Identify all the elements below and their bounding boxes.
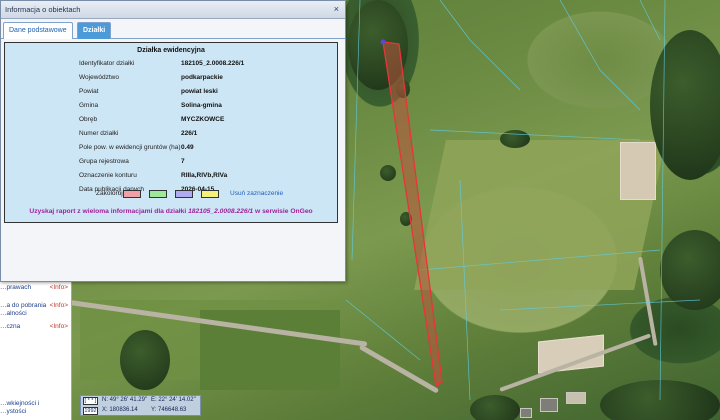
color-swatch-green[interactable] [149,190,167,198]
info-link[interactable]: <Info> [50,302,68,309]
sidebar-bottom-text: …wkiejności i …ystości [0,400,40,415]
color-swatch-pink[interactable] [123,190,141,198]
dialog-title: Informacja o obiektach [5,5,81,14]
x-readout: X: 180836.14 [102,407,138,413]
tab-basic-data[interactable]: Dane podstawowe [3,22,73,39]
y-readout: Y: 746648.63 [151,407,187,413]
sidebar-item[interactable]: …a do pobrania …alności <Info> [0,302,72,318]
color-picker-row: Zakoloruj: Usuń zaznaczenie [4,189,338,201]
dialog-tabs: Dane podstawowe Działki [1,22,345,39]
layers-sidebar: …prawach <Info> …a do pobrania …alności … [0,270,72,420]
latitude-readout: N: 49° 26' 41.29" [102,397,148,403]
longitude-readout: E: 22° 24' 14.02" [151,397,196,403]
ongeo-report-link[interactable]: Uzyskaj raport z wieloma informacjami dl… [4,208,338,215]
parcel-heading: Działka ewidencyjna [137,47,205,54]
dialog-titlebar[interactable]: Informacja o obiektach × [1,1,345,19]
field-value: RIIIa,RIVb,RIVa [181,172,228,179]
parcel-vertex [380,39,386,45]
report-link-parcel-id: 182105_2.0008.226/1 [188,208,254,215]
report-link-suffix: w serwisie OnGeo [253,208,313,215]
sidebar-item-label: …czna [0,323,21,330]
info-link[interactable]: <Info> [50,323,68,330]
sidebar-item[interactable]: …czna <Info> [0,323,72,330]
field-value: 226/1 [181,130,198,137]
tab-parcels[interactable]: Działki [77,22,112,39]
field-label: Oznaczenie konturu [79,172,137,179]
clear-selection-link[interactable]: Usuń zaznaczenie [230,190,283,197]
field-value: podkarpackie [181,74,223,81]
field-value: powiat leski [181,88,218,95]
report-link-prefix: Uzyskaj raport z wieloma informacjami dl… [29,208,189,215]
color-swatch-yellow[interactable] [201,190,219,198]
field-label: Obręb [79,116,98,123]
object-info-dialog: Informacja o obiektach × Dane podstawowe… [0,0,346,282]
field-value: 7 [181,158,185,165]
info-link[interactable]: <Info> [50,284,68,291]
field-label: Województwo [79,74,119,81]
color-swatch-violet[interactable] [175,190,193,198]
parcel-vertex [435,381,441,387]
coordinates-panel: [ * * ] 1992 N: 49° 26' 41.29" E: 22° 24… [80,395,201,416]
field-value: 182105_2.0008.226/1 [181,60,245,67]
field-label: Powiat [79,88,99,95]
close-icon[interactable]: × [334,4,339,14]
field-value: Solina-gmina [181,102,222,109]
field-label: Grupa rejestrowa [79,158,129,165]
crs-toggle[interactable]: [ * * ] [83,397,98,405]
sidebar-item[interactable]: …prawach <Info> [0,284,72,291]
crs-toggle[interactable]: 1992 [83,407,98,415]
field-label: Gmina [79,102,99,109]
field-value: 0.49 [181,144,194,151]
sidebar-item-label: …a do pobrania …alności [0,302,47,317]
field-value: MYCZKOWCE [181,116,225,123]
sidebar-item-label: …prawach [0,284,32,291]
field-label: Identyfikator działki [79,60,135,67]
selected-parcel [382,41,443,388]
color-label: Zakoloruj: [96,190,125,197]
field-label: Numer działki [79,130,119,137]
field-label: Pole pow. w ewidencji gruntów (ha) [79,144,181,151]
